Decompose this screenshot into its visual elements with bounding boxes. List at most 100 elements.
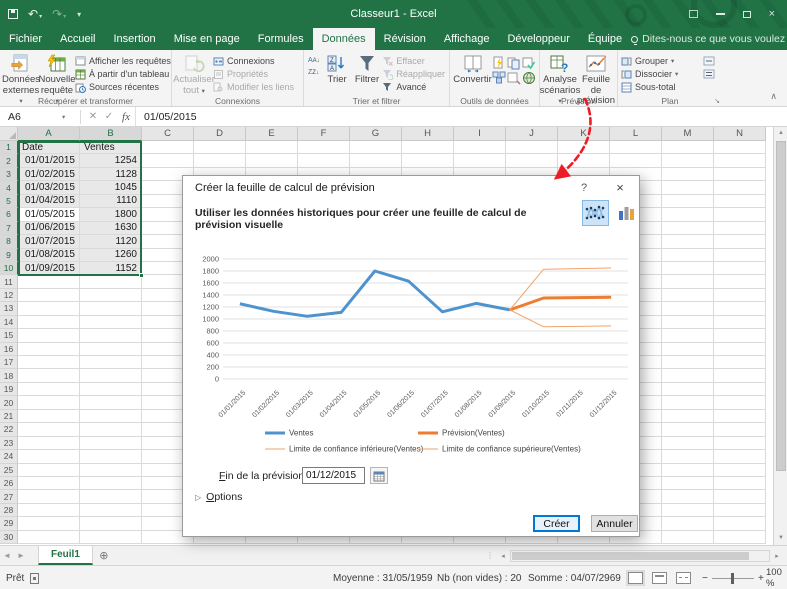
options-expander[interactable]: ▷ Options <box>195 491 242 503</box>
cell-B25[interactable] <box>80 464 142 477</box>
cell-A17[interactable] <box>18 356 80 369</box>
page-break-view-icon[interactable] <box>676 566 691 589</box>
consolidate-icon[interactable] <box>492 71 506 85</box>
close-icon[interactable]: × <box>769 9 775 20</box>
cell-N4[interactable] <box>714 181 766 194</box>
cell-E2[interactable] <box>246 154 298 167</box>
minimize-icon[interactable] <box>716 13 725 15</box>
horizontal-scrollbar[interactable]: ◂ ▸ <box>497 546 787 565</box>
cell-B23[interactable] <box>80 437 142 450</box>
remove-duplicates-icon[interactable] <box>507 56 521 70</box>
cell-N6[interactable] <box>714 208 766 221</box>
forecast-end-input[interactable] <box>302 467 365 484</box>
subtotal-button[interactable]: Sous-total <box>621 81 703 93</box>
cell-A25[interactable] <box>18 464 80 477</box>
reapply-filter-button[interactable]: Réappliquer <box>382 68 446 80</box>
row-header-7[interactable]: 7 <box>0 222 18 235</box>
cell-N1[interactable] <box>714 141 766 154</box>
help-icon[interactable]: ? <box>573 176 595 200</box>
row-header-4[interactable]: 4 <box>0 181 18 194</box>
cell-N3[interactable] <box>714 168 766 181</box>
cell-B2[interactable]: 1254 <box>80 154 142 167</box>
dialog-close-icon[interactable]: × <box>609 176 631 200</box>
cell-A28[interactable] <box>18 504 80 517</box>
from-table-button[interactable]: À partir d'un tableau <box>75 68 169 80</box>
scroll-left-icon[interactable]: ◂ <box>497 552 509 560</box>
cell-M13[interactable] <box>662 302 714 315</box>
row-header-12[interactable]: 12 <box>0 289 18 302</box>
cell-M26[interactable] <box>662 477 714 490</box>
cell-B29[interactable] <box>80 517 142 530</box>
cell-F1[interactable] <box>298 141 350 154</box>
column-header-K[interactable]: K <box>558 127 610 141</box>
cell-A30[interactable] <box>18 531 80 544</box>
vertical-scroll-thumb[interactable] <box>776 141 786 471</box>
cell-N11[interactable] <box>714 275 766 288</box>
cell-N20[interactable] <box>714 396 766 409</box>
cell-M19[interactable] <box>662 383 714 396</box>
zoom-level[interactable]: 100 % <box>766 566 787 589</box>
sheet-tab-feuil1[interactable]: Feuil1 <box>38 546 93 565</box>
column-header-D[interactable]: D <box>194 127 246 141</box>
ribbon-display-options-icon[interactable] <box>689 10 698 18</box>
tab-équipe[interactable]: Équipe <box>579 28 631 50</box>
column-header-B[interactable]: B <box>80 127 142 141</box>
cell-N30[interactable] <box>714 531 766 544</box>
tab-formules[interactable]: Formules <box>249 28 313 50</box>
enter-icon[interactable]: ✓ <box>101 111 117 122</box>
cell-B11[interactable] <box>80 275 142 288</box>
column-header-F[interactable]: F <box>298 127 350 141</box>
show-detail-icon[interactable] <box>703 56 715 66</box>
cell-M22[interactable] <box>662 423 714 436</box>
cell-M14[interactable] <box>662 316 714 329</box>
cell-N17[interactable] <box>714 356 766 369</box>
cell-B26[interactable] <box>80 477 142 490</box>
cancel-button[interactable]: Annuler <box>591 515 638 532</box>
filter-button[interactable]: Filtrer <box>352 52 383 86</box>
cell-F2[interactable] <box>298 154 350 167</box>
cell-H2[interactable] <box>402 154 454 167</box>
cell-M25[interactable] <box>662 464 714 477</box>
date-picker-button[interactable] <box>370 467 388 484</box>
tab-insertion[interactable]: Insertion <box>104 28 164 50</box>
cell-A4[interactable]: 01/03/2015 <box>18 181 80 194</box>
cell-A9[interactable]: 01/08/2015 <box>18 249 80 262</box>
row-header-26[interactable]: 26 <box>0 477 18 490</box>
row-header-20[interactable]: 20 <box>0 396 18 409</box>
row-header-5[interactable]: 5 <box>0 195 18 208</box>
column-header-C[interactable]: C <box>142 127 194 141</box>
column-header-A[interactable]: A <box>18 127 80 141</box>
cell-M30[interactable] <box>662 531 714 544</box>
cell-B15[interactable] <box>80 329 142 342</box>
cell-A21[interactable] <box>18 410 80 423</box>
cell-A22[interactable] <box>18 423 80 436</box>
page-layout-view-icon[interactable] <box>652 566 667 589</box>
connections-button[interactable]: Connexions <box>213 55 299 67</box>
tab-affichage[interactable]: Affichage <box>435 28 499 50</box>
cell-B10[interactable]: 1152 <box>80 262 142 275</box>
cell-N10[interactable] <box>714 262 766 275</box>
cell-N2[interactable] <box>714 154 766 167</box>
cell-A14[interactable] <box>18 316 80 329</box>
text-to-columns-button[interactable]: Convertir <box>453 52 492 86</box>
cell-M23[interactable] <box>662 437 714 450</box>
cell-A26[interactable] <box>18 477 80 490</box>
sort-button[interactable]: ZA Trier <box>323 52 352 86</box>
cell-A16[interactable] <box>18 343 80 356</box>
cell-M9[interactable] <box>662 249 714 262</box>
row-header-10[interactable]: 10 <box>0 262 18 275</box>
cell-L2[interactable] <box>610 154 662 167</box>
advanced-filter-button[interactable]: Avancé <box>382 81 446 93</box>
cell-G2[interactable] <box>350 154 402 167</box>
cell-M28[interactable] <box>662 504 714 517</box>
cell-A8[interactable]: 01/07/2015 <box>18 235 80 248</box>
cell-B20[interactable] <box>80 396 142 409</box>
cell-K1[interactable] <box>558 141 610 154</box>
insert-function-icon[interactable]: fx <box>117 111 135 123</box>
cell-M24[interactable] <box>662 450 714 463</box>
add-sheet-icon[interactable]: ⊕ <box>93 546 115 565</box>
row-header-27[interactable]: 27 <box>0 490 18 503</box>
row-header-23[interactable]: 23 <box>0 437 18 450</box>
cell-M8[interactable] <box>662 235 714 248</box>
row-header-30[interactable]: 30 <box>0 531 18 544</box>
